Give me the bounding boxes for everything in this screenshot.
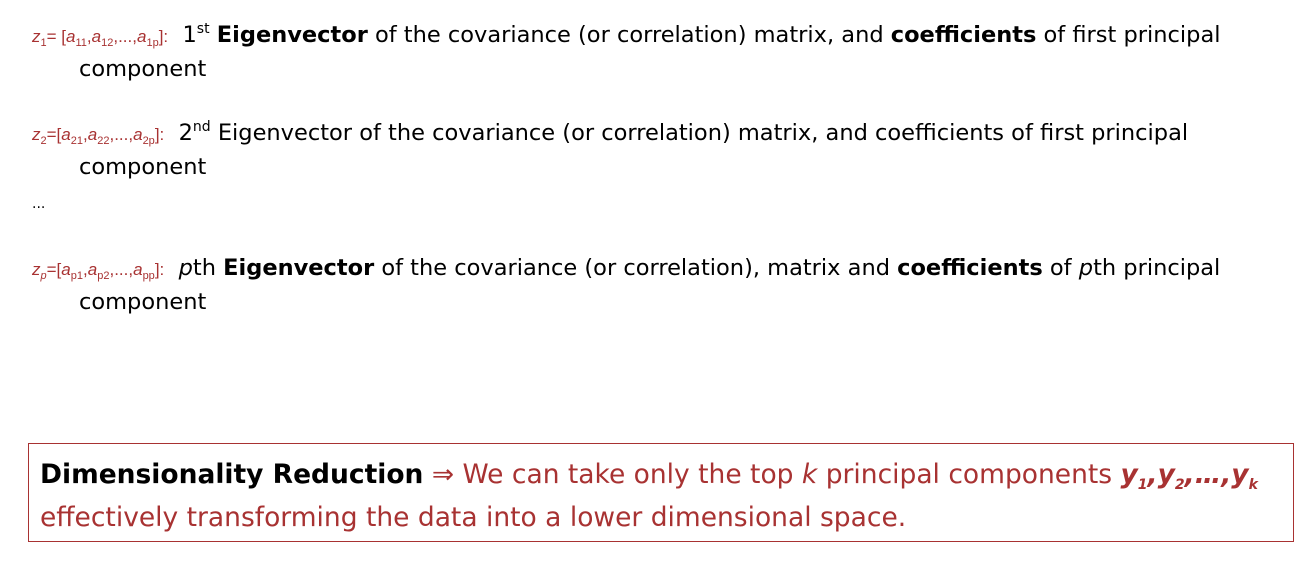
callout-term: Dimensionality Reduction (40, 459, 424, 490)
callout-line-2: effectively transforming the data into a… (40, 502, 907, 533)
term-eigenvector: Eigenvector (216, 22, 368, 48)
entry-eigenvector-1: z1= [a11,a12,...,a1p]: 1st Eigenvector o… (32, 19, 1292, 86)
term-coefficients: coefficients (890, 22, 1037, 48)
dimensionality-reduction-callout: Dimensionality Reduction ⇒ We can take o… (28, 443, 1294, 542)
eq-zp: zp=[ap1,ap2,...,app]: (32, 260, 165, 282)
ordinal: pth (178, 255, 216, 281)
term-coefficients: coefficients (897, 255, 1043, 281)
entry-1-line-1: z1= [a11,a12,...,a1p]: 1st Eigenvector o… (32, 21, 1221, 49)
term-eigenvector: Eigenvector (223, 255, 375, 281)
k-symbol: k (801, 459, 818, 490)
entry-2-line-2: component (79, 154, 207, 180)
ellipsis: ... (32, 196, 46, 212)
term-eigenvector: Eigenvector (217, 120, 353, 146)
ordinal: 1st (182, 21, 210, 48)
ordinal: 2nd (178, 119, 211, 146)
entry-p-line-2: component (79, 289, 207, 315)
arrow-icon: ⇒ (431, 459, 455, 490)
y-terms: y1,y2,…,yk (1120, 459, 1258, 493)
eq-z1: z1= [a11,a12,...,a1p]: (32, 27, 169, 49)
entry-eigenvector-2: z2=[a21,a22,...,a2p]: 2nd Eigenvector of… (32, 117, 1292, 184)
entry-1-line-2: component (79, 56, 207, 82)
entry-p-line-1: zp=[ap1,ap2,...,app]: pth Eigenvector of… (32, 255, 1221, 282)
callout-line-1: Dimensionality Reduction ⇒ We can take o… (40, 459, 1258, 493)
entry-2-line-1: z2=[a21,a22,...,a2p]: 2nd Eigenvector of… (32, 119, 1189, 147)
eq-z2: z2=[a21,a22,...,a2p]: (32, 125, 165, 147)
entry-eigenvector-p: zp=[ap1,ap2,...,app]: pth Eigenvector of… (32, 252, 1292, 319)
